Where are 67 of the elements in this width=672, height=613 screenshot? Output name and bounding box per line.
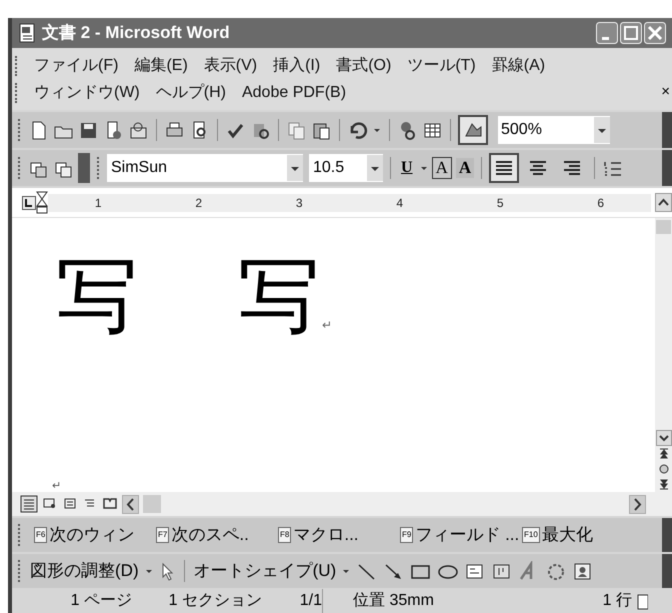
menu-item[interactable]: 表示(V): [204, 54, 258, 78]
status-text: 1/1: [298, 590, 322, 610]
function-key-badge: F6: [34, 527, 48, 543]
document-text: 写: [56, 256, 138, 338]
function-key-badge: F10: [522, 527, 540, 543]
menu-item[interactable]: ツール(T): [407, 54, 476, 78]
status-text: 位置 35mm: [322, 588, 502, 612]
scroll-thumb[interactable]: [656, 220, 671, 234]
function-key-button[interactable]: フィールド ...: [415, 522, 520, 548]
browse-object-icon[interactable]: [656, 462, 670, 476]
ruler-number: 4: [396, 194, 404, 212]
paragraph-mark: ↵: [52, 481, 61, 492]
paragraph-mark: ↵: [322, 317, 332, 334]
function-key-badge: F7: [156, 527, 170, 543]
clip-art-icon[interactable]: [572, 560, 594, 582]
function-key-badge: F8: [278, 527, 292, 543]
autoshapes-menu-button[interactable]: オートシェイプ(U): [194, 558, 336, 584]
menu-item[interactable]: ウィンドウ(W): [34, 80, 140, 104]
menu-item[interactable]: 挿入(I): [273, 54, 320, 78]
function-key-button[interactable]: 次のウィン: [49, 522, 134, 548]
underline-button[interactable]: U: [398, 156, 416, 180]
status-text: 1 行: [602, 590, 632, 610]
scroll-down-button[interactable]: [656, 430, 672, 446]
window-title: 文書 2 - Microsoft Word: [42, 22, 230, 44]
minimize-button[interactable]: [596, 22, 618, 44]
drawing-toggle-button[interactable]: [458, 115, 488, 145]
function-key-button[interactable]: マクロ...: [293, 522, 359, 548]
ruler-number: 2: [195, 194, 202, 212]
close-button[interactable]: [644, 22, 666, 44]
scroll-left-button[interactable]: [122, 494, 139, 514]
function-key-badge: F9: [400, 527, 414, 543]
ruler-number: 1: [94, 194, 102, 212]
menu-item[interactable]: ファイル(F): [34, 54, 118, 78]
menu-item[interactable]: 書式(O): [336, 54, 392, 78]
normal-view-icon[interactable]: [20, 495, 38, 513]
draw-menu-button[interactable]: 図形の調整(D): [30, 558, 139, 584]
menu-item[interactable]: Adobe PDF(B): [242, 80, 346, 104]
scroll-right-button[interactable]: [629, 494, 646, 514]
zoom-value: 500%: [500, 120, 543, 140]
character-border-button[interactable]: A: [432, 157, 452, 179]
justify-button[interactable]: [489, 153, 520, 183]
ruler-number: 3: [296, 194, 303, 212]
font-size-combo-box[interactable]: 10.5: [309, 154, 383, 182]
status-text: 1 ページ: [70, 590, 132, 610]
zoom-combo-box[interactable]: 500%: [498, 116, 610, 144]
menu-item[interactable]: 編集(E): [134, 54, 188, 78]
document-text: 写: [238, 256, 320, 338]
font-name: SimSun: [110, 158, 168, 178]
function-key-button[interactable]: 最大化: [542, 522, 593, 548]
close-document-button[interactable]: ×: [661, 81, 670, 104]
font-combo-box[interactable]: SimSun: [107, 154, 303, 182]
email-icon[interactable]: [128, 120, 149, 140]
tab-selector-icon[interactable]: [22, 196, 36, 210]
ruler-number: 5: [496, 194, 504, 212]
scroll-thumb[interactable]: [143, 495, 161, 513]
character-shading-button[interactable]: A: [456, 158, 474, 178]
menu-item[interactable]: ヘルプ(H): [156, 80, 226, 104]
document-icon: [18, 23, 36, 43]
menu-item[interactable]: 罫線(A): [492, 54, 546, 78]
maximize-button[interactable]: [620, 22, 642, 44]
vertical-scrollbar[interactable]: [655, 218, 672, 492]
ruler-number: 6: [597, 194, 604, 212]
status-text: 1 セクション: [168, 590, 262, 610]
scroll-up-button[interactable]: [655, 193, 672, 212]
font-size: 10.5: [312, 158, 346, 178]
indent-marker-icon[interactable]: [36, 191, 48, 214]
function-key-button[interactable]: 次のスペ..: [171, 522, 249, 548]
